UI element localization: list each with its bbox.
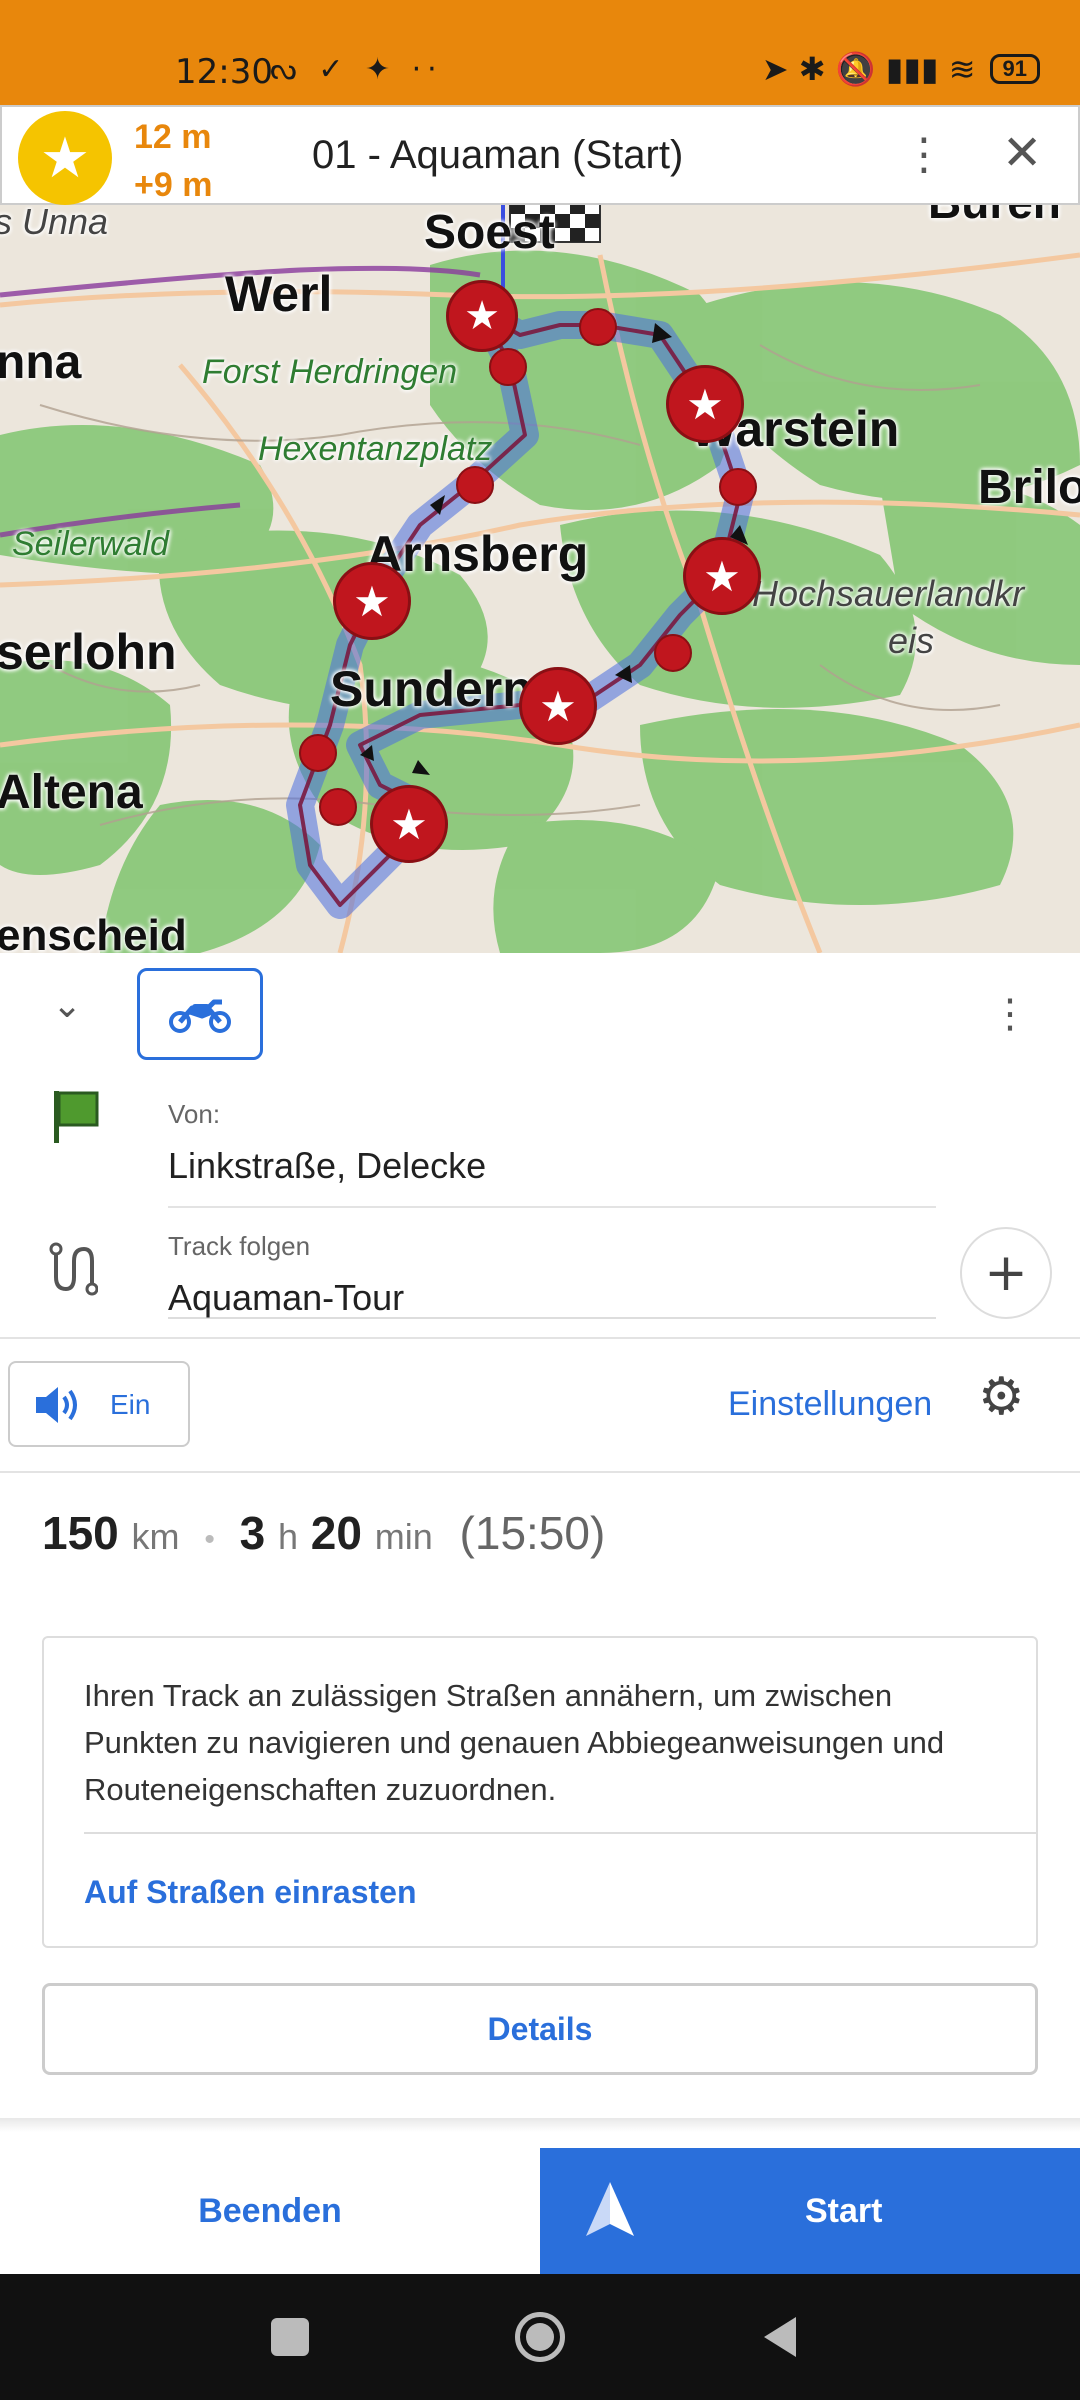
waypoint-star-marker[interactable]: ★ <box>333 562 411 640</box>
waypoint-star-marker[interactable]: ★ <box>683 537 761 615</box>
map-label-soest: Soest <box>424 206 555 259</box>
volume-icon <box>36 1387 77 1423</box>
map-label-hexentanzplatz: Hexentanzplatz <box>258 430 493 468</box>
divider <box>0 1471 1080 1473</box>
gear-icon[interactable]: ⚙ <box>978 1367 1025 1427</box>
snap-info-text: Ihren Track an zulässigen Straßen annähe… <box>84 1678 945 1807</box>
track-field[interactable]: Track folgen Aquaman-Tour + <box>0 1211 1080 1331</box>
panel-bottom-edge <box>0 2118 1080 2132</box>
distance-primary: 12 m <box>134 118 212 156</box>
track-label: Track folgen <box>168 1231 311 1261</box>
track-value: Aquaman-Tour <box>168 1277 405 1318</box>
start-button-label: Start <box>805 2192 883 2230</box>
settings-link[interactable]: Einstellungen <box>728 1385 932 1424</box>
map-label-forst-herdringen: Forst Herdringen <box>202 353 458 391</box>
waypoint-info-card[interactable]: ★ 12 m +9 m 01 - Aquaman (Start) ⋮ ✕ <box>0 105 1080 205</box>
waypoint-distance: 12 m +9 m <box>134 113 212 209</box>
status-system-icons: ➤ ✱ 🔕 ▮▮▮ ≋ 91 <box>762 50 1040 88</box>
battery-icon: 91 <box>989 54 1040 84</box>
sound-toggle-label: Ein <box>110 1389 151 1420</box>
from-label: Von: <box>168 1099 221 1129</box>
map-label-werl: Werl <box>225 266 333 322</box>
route-hours-unit: h <box>277 1516 299 1557</box>
back-triangle-icon <box>764 2317 796 2357</box>
home-button[interactable] <box>500 2274 580 2400</box>
map-label-altena: Altena <box>0 766 143 819</box>
status-icons-group: ➤ ✱ 🔕 ▮▮▮ ≋ <box>761 50 976 88</box>
divider <box>0 1337 1080 1339</box>
home-circle-icon <box>515 2312 565 2362</box>
chevron-down-icon[interactable]: ⌄ <box>52 985 82 1026</box>
recents-button[interactable] <box>250 2274 330 2400</box>
map-label-hochsauerland-2: eis <box>888 620 935 661</box>
track-route-icon <box>49 1242 98 1296</box>
add-waypoint-button[interactable]: + <box>960 1227 1052 1319</box>
home-inner-dot <box>526 2323 554 2351</box>
status-notification-icons: ᔓ ✓ ✦ ·· <box>270 52 443 87</box>
from-value: Linkstraße, Delecke <box>168 1145 487 1186</box>
card-divider <box>84 1832 1038 1834</box>
distance-secondary: +9 m <box>134 166 213 204</box>
map-label-unna-top: s Unna <box>0 201 109 242</box>
details-button[interactable]: Details <box>42 1983 1038 2075</box>
route-minutes: 20 <box>310 1507 362 1559</box>
flag-icon <box>54 1091 99 1143</box>
map-label-iserlohn: serlohn <box>0 624 177 680</box>
panel-header: ⌄ ⋮ <box>0 953 1080 1063</box>
motorcycle-icon <box>169 999 231 1033</box>
map-label-luedenscheid: enscheid <box>0 911 187 953</box>
status-bar: 12:30 ᔓ ✓ ✦ ·· ➤ ✱ 🔕 ▮▮▮ ≋ 91 <box>0 0 1080 105</box>
map-label-brilon: Brilo <box>978 461 1080 514</box>
map-label-hochsauerland: Hochsauerlandkr <box>752 573 1025 614</box>
more-vert-icon[interactable]: ⋮ <box>990 991 1030 1037</box>
route-hours: 3 <box>239 1507 266 1559</box>
route-minutes-unit: min <box>374 1516 433 1557</box>
back-button[interactable] <box>740 2274 820 2400</box>
waypoint-star-marker[interactable]: ★ <box>446 280 518 352</box>
map-label-unna: nna <box>0 336 82 389</box>
end-button[interactable]: Beenden <box>0 2148 540 2274</box>
waypoint-title: 01 - Aquaman (Start) <box>312 133 684 177</box>
route-panel: ⌄ ⋮ Von: Linkstraße, Delecke Track folge… <box>0 953 1080 2273</box>
waypoint-star-marker[interactable]: ★ <box>370 785 448 863</box>
start-button[interactable]: Start <box>540 2148 1080 2274</box>
summary-separator: • <box>204 1523 215 1556</box>
system-nav-bar <box>0 2274 1080 2400</box>
motorcycle-profile-button[interactable] <box>137 968 263 1060</box>
action-bar: Beenden Start <box>0 2148 1080 2274</box>
star-icon: ★ <box>18 111 112 205</box>
map-view[interactable]: s Unna Soest Büren Werl nna Forst Herdri… <box>0 105 1080 953</box>
snap-to-roads-link[interactable]: Auf Straßen einrasten <box>84 1874 417 1911</box>
close-icon[interactable]: ✕ <box>1002 125 1042 181</box>
map-label-seilerwald: Seilerwald <box>12 525 169 563</box>
more-vert-icon[interactable]: ⋮ <box>902 129 946 180</box>
from-field[interactable]: Von: Linkstraße, Delecke <box>0 1063 1080 1319</box>
snap-to-road-card: Ihren Track an zulässigen Straßen annähe… <box>42 1636 1038 1948</box>
waypoint-star-marker[interactable]: ★ <box>519 667 597 745</box>
route-distance: 150 <box>42 1507 119 1559</box>
route-eta: (15:50) <box>459 1507 606 1559</box>
route-summary: 150 km • 3 h 20 min (15:50) <box>42 1506 605 1560</box>
status-time: 12:30 <box>175 52 273 92</box>
route-distance-unit: km <box>131 1516 180 1557</box>
sound-toggle-button[interactable]: Ein <box>8 1361 190 1447</box>
map-label-sundern: Sundern <box>330 661 533 717</box>
from-divider <box>168 1206 936 1208</box>
navigation-arrow-icon <box>586 2182 634 2236</box>
square-icon <box>271 2318 309 2356</box>
waypoint-star-marker[interactable]: ★ <box>666 365 744 443</box>
